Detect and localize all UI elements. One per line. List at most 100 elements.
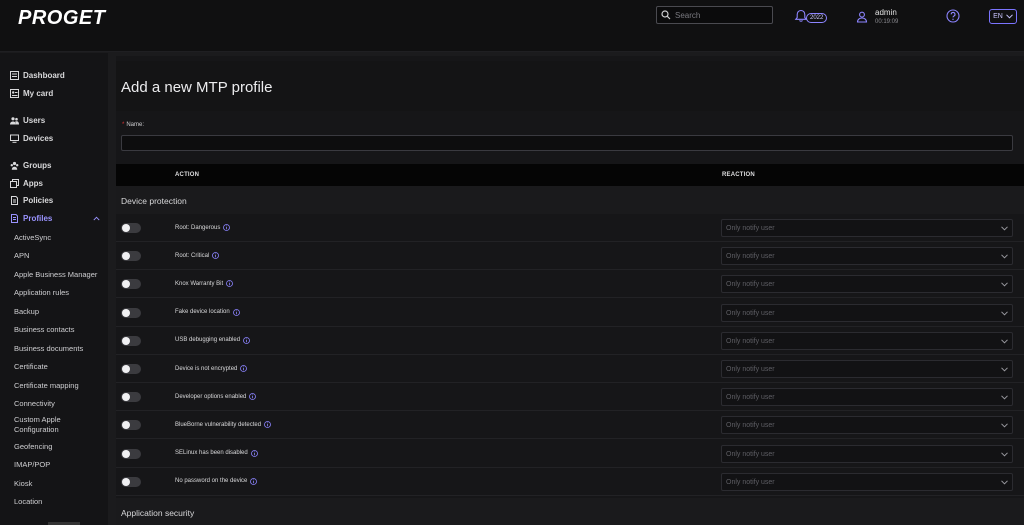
sidebar-subitem-application-rules[interactable]: Application rules (0, 284, 108, 303)
sidebar-subitem-kiosk[interactable]: Kiosk (0, 474, 108, 493)
reaction-value: Only notify user (726, 478, 775, 486)
toggle-developer-options-enabled[interactable] (121, 392, 141, 403)
sidebar-item-dashboard[interactable]: Dashboard (0, 67, 108, 85)
main-content: Add a new MTP profile * Name: ACTION REAC… (116, 56, 1024, 525)
table-row: Fake device location Only notify user (116, 298, 1024, 327)
chevron-down-icon (1001, 452, 1008, 457)
toggle-blueborne-vulnerability[interactable] (121, 420, 141, 431)
top-bar: PROGET 2022 admin 00:19:09 EN (0, 0, 1024, 52)
info-icon[interactable] (223, 224, 231, 231)
sidebar-item-users[interactable]: Users (0, 112, 108, 130)
reaction-value: Only notify user (726, 450, 775, 458)
info-icon[interactable] (240, 365, 248, 372)
toggle-root-dangerous[interactable] (121, 223, 141, 233)
info-icon[interactable] (250, 449, 258, 457)
action-label: Developer options enabled (175, 393, 257, 401)
sidebar-subitem-activesync[interactable]: ActiveSync (0, 228, 108, 247)
sidebar-subitem-apple-business-manager[interactable]: Apple Business Manager (0, 265, 108, 284)
sidebar-subitem-certificate-mapping[interactable]: Certificate mapping (0, 376, 108, 395)
info-icon[interactable] (226, 280, 234, 288)
name-field[interactable] (121, 135, 1013, 151)
notifications-button[interactable]: 2022 (794, 9, 828, 27)
sidebar-subitem-custom-apple-configuration[interactable]: Custom Apple Configuration (0, 413, 80, 437)
reaction-value: Only notify user (726, 309, 775, 317)
sidebar-subitem-backup[interactable]: Backup (0, 302, 108, 321)
reaction-select[interactable]: Only notify user (721, 275, 1013, 294)
column-header-reaction: REACTION (722, 172, 755, 178)
toggle-selinux-disabled[interactable] (121, 448, 141, 459)
language-label: EN (993, 13, 1003, 20)
section-device-protection: Device protection (116, 186, 1024, 214)
info-icon[interactable] (264, 421, 271, 429)
table-row: No password on the device Only notify use… (116, 467, 1024, 496)
user-icon (856, 11, 868, 23)
page-title: Add a new MTP profile (121, 79, 273, 96)
sidebar-item-profiles[interactable]: Profiles (0, 210, 108, 228)
search-icon (661, 10, 671, 20)
info-icon[interactable] (232, 308, 240, 316)
section-title: Application security (121, 508, 195, 518)
sidebar-subitem-location[interactable]: Location (0, 493, 108, 512)
reaction-select[interactable]: Only notify user (721, 360, 1013, 378)
action-text: Developer options enabled (175, 393, 247, 400)
users-icon (10, 117, 19, 125)
page-header: Add a new MTP profile (116, 61, 1024, 111)
table-row: Root: Critical Only notify user (116, 242, 1024, 271)
language-select[interactable]: EN (989, 9, 1017, 24)
sidebar-item-policies[interactable]: Policies (0, 192, 108, 210)
sidebar-subitem-imap-pop[interactable]: IMAP/POP (0, 456, 108, 475)
info-icon[interactable] (243, 336, 250, 344)
info-icon[interactable] (212, 252, 220, 260)
reaction-select[interactable]: Only notify user (721, 388, 1013, 407)
sidebar-subitem-connectivity[interactable]: Connectivity (0, 395, 108, 414)
reaction-select[interactable]: Only notify user (721, 247, 1013, 266)
chevron-down-icon (1001, 339, 1008, 344)
chevron-down-icon (1001, 423, 1008, 428)
search-box[interactable] (656, 6, 773, 24)
reaction-select[interactable]: Only notify user (721, 331, 1013, 350)
sidebar-subitem-business-documents[interactable]: Business documents (0, 339, 108, 358)
reaction-select[interactable]: Only notify user (721, 472, 1013, 491)
sidebar-subitem-geofencing[interactable]: Geofencing (0, 437, 108, 456)
action-label: Fake device location (175, 308, 240, 316)
notification-count-badge: 2022 (806, 13, 828, 23)
toggle-usb-debugging-enabled[interactable] (121, 335, 141, 346)
devices-icon (10, 134, 19, 143)
user-name: admin (875, 8, 897, 17)
table-row: Root: Dangerous Only notify user (116, 214, 1024, 242)
sidebar-item-groups[interactable]: Groups (0, 157, 108, 175)
reaction-select[interactable]: Only notify user (721, 444, 1013, 463)
sidebar-item-devices[interactable]: Devices (0, 130, 108, 148)
dashboard-icon (10, 71, 19, 81)
reaction-select[interactable]: Only notify user (721, 303, 1013, 322)
session-timer: 00:19:09 (875, 19, 899, 25)
info-icon[interactable] (250, 477, 258, 485)
reaction-value: Only notify user (726, 366, 775, 373)
toggle-root-critical[interactable] (121, 251, 141, 262)
chevron-down-icon (1001, 282, 1008, 287)
reaction-select[interactable]: Only notify user (721, 219, 1013, 237)
search-input[interactable] (675, 10, 770, 20)
sidebar-item-apps[interactable]: Apps (0, 175, 108, 193)
sidebar-subitem-apn[interactable]: APN (0, 247, 108, 266)
reaction-select[interactable]: Only notify user (721, 416, 1013, 435)
toggle-no-password[interactable] (121, 476, 141, 487)
sidebar-subitem-business-contacts[interactable]: Business contacts (0, 321, 108, 340)
sidebar-item-label: Dashboard (23, 71, 65, 81)
reaction-value: Only notify user (726, 253, 775, 261)
required-mark: * (122, 122, 125, 128)
sidebar-item-my-card[interactable]: My card (0, 85, 108, 103)
table-row: Knox Warranty Bit Only notify user (116, 270, 1024, 299)
info-icon[interactable] (249, 393, 257, 401)
action-label: SELinux has been disabled (175, 449, 258, 457)
toggle-fake-device-location[interactable] (121, 307, 141, 318)
name-label-text: Name: (126, 122, 145, 128)
toggle-device-not-encrypted[interactable] (121, 364, 141, 374)
sidebar-subitem-certificate[interactable]: Certificate (0, 358, 108, 377)
toggle-knox-warranty-bit[interactable] (121, 279, 141, 290)
proget-logo[interactable]: PROGET (18, 7, 105, 30)
policies-icon (11, 196, 18, 206)
help-icon[interactable] (946, 9, 960, 23)
table-row: SELinux has been disabled Only notify use… (116, 439, 1024, 468)
chevron-up-icon[interactable] (93, 215, 100, 222)
